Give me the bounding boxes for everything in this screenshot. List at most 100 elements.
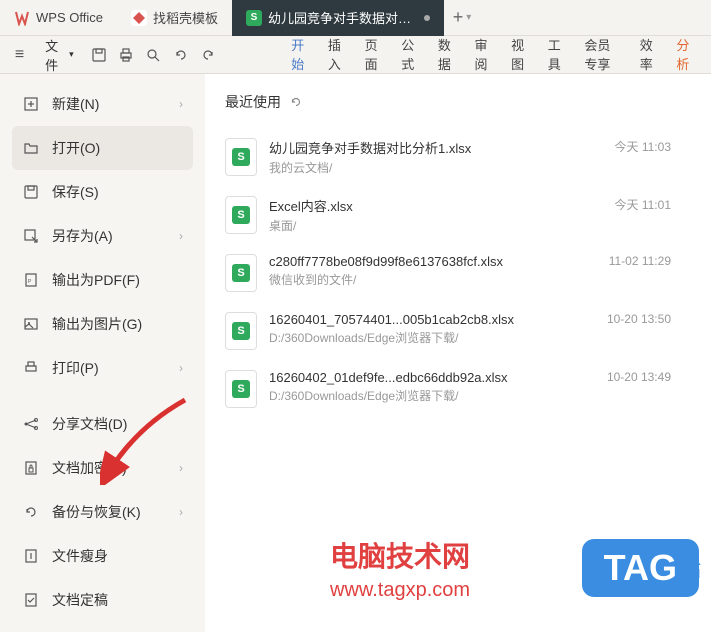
file-path: 微信收到的文件/: [269, 271, 597, 288]
saveas-icon: [22, 227, 40, 245]
sidebar-item-slim[interactable]: 文件瘦身: [12, 534, 193, 578]
sidebar-label: 文件瘦身: [52, 546, 108, 566]
sidebar-label: 保存(S): [52, 182, 99, 202]
save-button[interactable]: [88, 41, 111, 69]
file-row[interactable]: S c280ff7778be08f9d99f8e6137638fcf.xlsx …: [225, 244, 691, 302]
file-info: 幼儿园竞争对手数据对比分析1.xlsx 我的云文档/: [269, 138, 603, 176]
sidebar-item-export-img[interactable]: 输出为图片(G): [12, 302, 193, 346]
menu-tools[interactable]: 工具: [540, 29, 575, 81]
print-icon: [118, 47, 134, 63]
file-sidebar: 新建(N) › 打开(O) 保存(S) 另存为(A) › P 输出为PDF(F)…: [0, 74, 205, 632]
sidebar-label: 打印(P): [52, 358, 99, 378]
chevron-down-icon: ▾: [466, 12, 471, 23]
file-path: 我的云文档/: [269, 159, 603, 176]
file-list: S 幼儿园竞争对手数据对比分析1.xlsx 我的云文档/ 今天 11:03 S …: [225, 128, 691, 418]
sidebar-item-encrypt[interactable]: 文档加密(E) ›: [12, 446, 193, 490]
file-path: 桌面/: [269, 217, 603, 234]
redo-icon: [200, 47, 216, 63]
sheet-badge-icon: S: [232, 380, 250, 398]
sidebar-label: 打开(O): [52, 138, 100, 158]
sidebar-label: 文档加密(E): [52, 458, 127, 478]
file-name: 幼儿园竞争对手数据对比分析1.xlsx: [269, 138, 603, 157]
file-path: D:/360Downloads/Edge浏览器下载/: [269, 329, 595, 346]
menu-start[interactable]: 开始: [283, 29, 318, 81]
menu-view[interactable]: 视图: [503, 29, 538, 81]
sheet-badge-icon: S: [232, 322, 250, 340]
menu-bar: 开始 插入 页面 公式 数据 审阅 视图 工具 会员专享 效率 分析: [283, 29, 703, 81]
menu-member[interactable]: 会员专享: [576, 29, 629, 81]
file-row[interactable]: S 16260401_70574401...005b1cab2cb8.xlsx …: [225, 302, 691, 360]
print-button[interactable]: [115, 41, 138, 69]
undo-button[interactable]: [169, 41, 192, 69]
menu-formula[interactable]: 公式: [393, 29, 428, 81]
file-type-icon: S: [225, 138, 257, 176]
toolbar: ≡ 文件 ▾ 开始 插入 页面 公式 数据 审阅 视图 工具 会员专享 效率 分…: [0, 36, 711, 74]
sidebar-item-export-pdf[interactable]: P 输出为PDF(F): [12, 258, 193, 302]
menu-insert[interactable]: 插入: [320, 29, 355, 81]
wps-logo-icon: [14, 10, 30, 26]
sidebar-label: 新建(N): [52, 94, 99, 114]
sidebar-item-backup[interactable]: 备份与恢复(K) ›: [12, 490, 193, 534]
file-menu-button[interactable]: 文件 ▾: [35, 32, 84, 78]
sidebar-item-open[interactable]: 打开(O): [12, 126, 193, 170]
finalize-icon: [22, 591, 40, 609]
file-time: 10-20 13:50: [607, 312, 671, 326]
menu-analyze[interactable]: 分析: [668, 29, 703, 81]
tab-active-label: 幼儿园竞争对手数据对比分析1.xls: [268, 8, 418, 27]
file-time: 今天 11:01: [615, 196, 671, 213]
file-path: D:/360Downloads/Edge浏览器下载/: [269, 387, 595, 404]
file-time: 10-20 13:49: [607, 370, 671, 384]
sidebar-item-saveas[interactable]: 另存为(A) ›: [12, 214, 193, 258]
watermark-url: www.tagxp.com: [330, 579, 470, 602]
redo-button[interactable]: [196, 41, 219, 69]
tab-add-button[interactable]: + ▾: [444, 7, 480, 28]
lock-icon: [22, 459, 40, 477]
recent-label: 最近使用: [225, 92, 281, 112]
file-type-icon: S: [225, 254, 257, 292]
plus-icon: +: [453, 7, 464, 28]
chevron-down-icon: ▾: [69, 49, 74, 60]
watermark: 电脑技术网 www.tagxp.com: [330, 535, 470, 602]
tab-wps-office[interactable]: WPS Office: [0, 0, 117, 36]
sidebar-item-print[interactable]: 打印(P) ›: [12, 346, 193, 390]
sidebar-item-share[interactable]: 分享文档(D): [12, 402, 193, 446]
menu-review[interactable]: 审阅: [466, 29, 501, 81]
recent-header: 最近使用: [225, 92, 691, 112]
file-name: Excel内容.xlsx: [269, 196, 603, 215]
save-icon: [91, 47, 107, 63]
file-name: 16260402_01def9fe...edbc66ddb92a.xlsx: [269, 370, 595, 385]
file-row[interactable]: S 幼儿园竞争对手数据对比分析1.xlsx 我的云文档/ 今天 11:03: [225, 128, 691, 186]
file-type-icon: S: [225, 370, 257, 408]
tab-wps-label: WPS Office: [36, 10, 103, 25]
menu-efficiency[interactable]: 效率: [632, 29, 667, 81]
tab-template[interactable]: 找稻壳模板: [117, 0, 232, 36]
chevron-right-icon: ›: [179, 97, 183, 111]
sidebar-item-new[interactable]: 新建(N) ›: [12, 82, 193, 126]
sidebar-item-save[interactable]: 保存(S): [12, 170, 193, 214]
preview-button[interactable]: [142, 41, 165, 69]
refresh-icon[interactable]: [289, 95, 303, 109]
folder-open-icon: [22, 139, 40, 157]
file-row[interactable]: S 16260402_01def9fe...edbc66ddb92a.xlsx …: [225, 360, 691, 418]
menu-data[interactable]: 数据: [430, 29, 465, 81]
file-info: Excel内容.xlsx 桌面/: [269, 196, 603, 234]
tab-template-label: 找稻壳模板: [153, 8, 218, 27]
menu-page[interactable]: 页面: [357, 29, 392, 81]
file-row[interactable]: S Excel内容.xlsx 桌面/ 今天 11:01: [225, 186, 691, 244]
chevron-right-icon: ›: [179, 361, 183, 375]
file-time: 11-02 11:29: [609, 254, 671, 268]
hamburger-button[interactable]: ≡: [8, 41, 31, 69]
backup-icon: [22, 503, 40, 521]
chevron-right-icon: ›: [179, 229, 183, 243]
sidebar-item-finalize[interactable]: 文档定稿: [12, 578, 193, 622]
sheet-icon: S: [246, 10, 262, 26]
hamburger-icon: ≡: [15, 46, 24, 64]
sidebar-label: 文档定稿: [52, 590, 108, 610]
tag-badge: TAG: [582, 539, 699, 597]
file-info: 16260402_01def9fe...edbc66ddb92a.xlsx D:…: [269, 370, 595, 404]
chevron-right-icon: ›: [179, 461, 183, 475]
divider: [12, 390, 193, 402]
sidebar-label: 分享文档(D): [52, 414, 127, 434]
save-icon: [22, 183, 40, 201]
file-info: c280ff7778be08f9d99f8e6137638fcf.xlsx 微信…: [269, 254, 597, 288]
